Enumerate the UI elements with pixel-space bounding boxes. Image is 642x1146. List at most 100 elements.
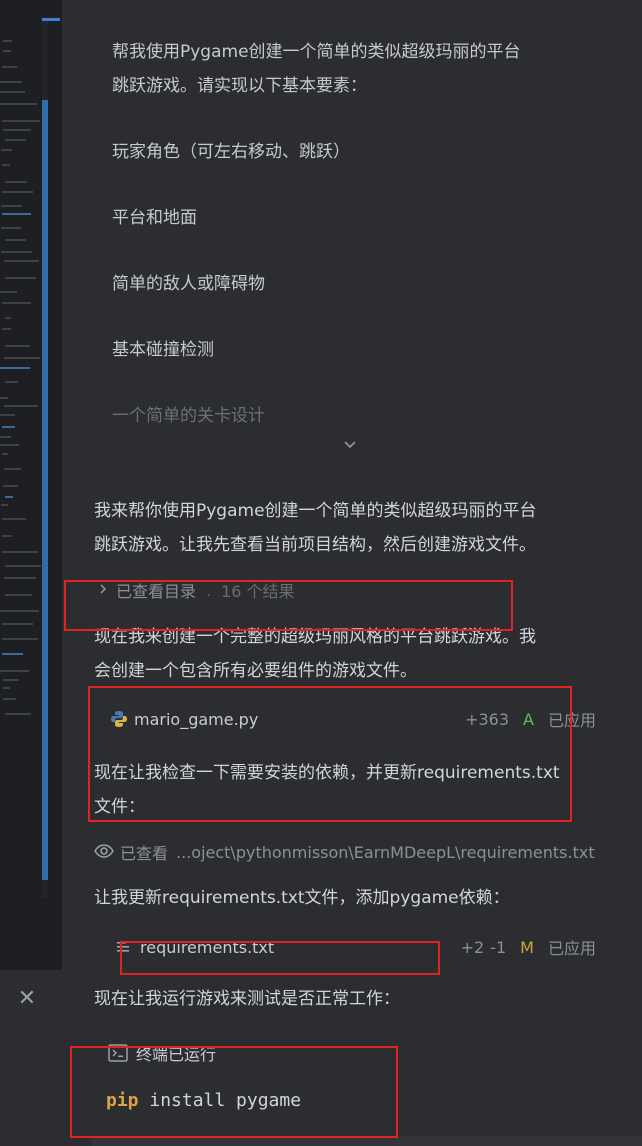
minimap-code-line [1,205,22,207]
minimap-code-line [2,328,11,330]
assistant-text: 现在让我检查一下需要安装的依赖，并更新requirements.txt [94,763,560,783]
minimap-code-line [5,594,32,596]
minimap-code-line [2,653,23,655]
minimap-code-line [3,485,18,487]
command-keyword: pip [106,1090,139,1111]
modified-badge: M [520,937,534,957]
file-change-row[interactable]: requirements.txt +2 -1 M 已应用 [116,932,596,962]
viewed-file-path: ...oject\pythonmisson\EarnMDeepL\require… [176,842,595,862]
user-prompt-item: 玩家角色（可左右移动、跳跃） [112,142,350,162]
diff-removed: -1 [490,937,507,957]
minimap-code-line [0,436,11,438]
chat-input-edge[interactable] [92,1136,642,1146]
terminal-command: pip install pygame [106,1090,301,1111]
minimap-code-line [4,260,39,262]
eye-icon [94,843,120,861]
file-name: requirements.txt [140,937,275,957]
ai-chat-panel: 帮我使用Pygame创建一个简单的类似超级玛丽的平台 跳跃游戏。请实现以下基本要… [62,0,642,1146]
minimap-code-line [2,551,38,553]
minimap-code-line [0,444,19,446]
editor-scrollbar-thumb[interactable] [42,100,48,880]
minimap-code-line [0,103,37,105]
minimap-code-line [3,687,10,689]
minimap-code-line [2,213,31,215]
minimap-code-line [0,367,30,369]
diff-added: +2 [460,937,485,957]
minimap-code-line [2,164,10,166]
minimap-code-line [2,518,26,520]
minimap-code-line [0,81,22,83]
terminal-icon [108,1044,136,1062]
minimap-code-line [2,191,33,193]
file-name: mario_game.py [134,709,259,729]
minimap-code-line [2,623,33,625]
terminal-label: 终端已运行 [136,1045,217,1064]
user-prompt-item: 平台和地面 [112,208,197,228]
minimap-code-line [2,302,31,304]
close-icon[interactable]: ✕ [14,986,40,1012]
added-badge: A [523,709,534,729]
minimap-code-line [1,149,12,151]
user-prompt-line: 帮我使用Pygame创建一个简单的类似超级玛丽的平台 [112,42,521,62]
minimap-code-line [5,317,11,319]
minimap-code-line [2,120,40,122]
minimap-code-line [1,227,21,229]
minimap-code-line [5,181,27,183]
command-args: install pygame [138,1090,302,1111]
user-prompt-line: 跳跃游戏。请实现以下基本要素： [112,76,367,96]
minimap-code-line [2,426,15,428]
user-prompt-item: 简单的敌人或障碍物 [112,274,265,294]
minimap-code-line [5,565,41,567]
minimap-code-line [3,698,16,700]
viewed-directory-row[interactable]: 已查看目录 . 16 个结果 [96,575,616,605]
minimap-code-line [0,291,17,293]
viewed-file-row[interactable]: 已查看 ...oject\pythonmisson\EarnMDeepL\req… [94,837,634,867]
minimap-code-line [2,453,8,455]
editor-scroll-indicator [42,18,60,21]
minimap-code-line [4,577,36,579]
editor-minimap [0,0,63,970]
minimap-code-line [0,91,25,93]
minimap-code-line [0,414,15,416]
assistant-text: 跳跃游戏。让我先查看当前项目结构，然后创建游戏文件。 [94,535,536,555]
diff-count: +363 [465,709,510,729]
chevron-right-icon [96,581,116,600]
minimap-code-line [5,277,36,279]
user-prompt-item: 基本碰撞检测 [112,340,214,360]
separator: . [206,580,212,600]
minimap-code-line [4,405,38,407]
minimap-code-line [3,40,12,42]
applied-status: 已应用 [547,939,596,958]
assistant-text: 会创建一个包含所有必要组件的游戏文件。 [94,661,417,681]
minimap-code-line [1,504,8,506]
assistant-text: 现在我来创建一个完整的超级玛丽风格的平台跳跃游戏。我 [94,627,536,647]
minimap-code-line [0,610,39,612]
viewed-directory-label: 已查看目录 [116,582,197,601]
minimap-code-line [1,251,32,253]
minimap-code-line [5,139,26,141]
python-file-icon [110,710,134,728]
file-change-row[interactable]: mario_game.py +363 A 已应用 [110,704,596,734]
terminal-run-row[interactable]: 终端已运行 [108,1038,628,1068]
minimap-code-line [5,381,18,383]
minimap-code-line [2,535,12,537]
chevron-down-icon[interactable] [338,432,362,456]
minimap-code-line [5,345,30,347]
user-prompt-item: 一个简单的关卡设计 [112,406,265,426]
minimap-code-line [3,50,11,52]
minimap-code-line [3,129,31,131]
minimap-code-line [4,468,21,470]
minimap-code-line [0,670,29,672]
minimap-code-line [5,496,13,498]
minimap-code-line [2,66,17,68]
minimap-code-line [0,397,8,399]
minimap-code-line [2,638,38,640]
applied-status: 已应用 [547,711,596,730]
minimap-code-line [4,357,40,359]
assistant-text: 现在让我运行游戏来测试是否正常工作： [94,989,400,1009]
minimap-code-line [5,713,31,715]
assistant-text: 我来帮你使用Pygame创建一个简单的类似超级玛丽的平台 [94,501,537,521]
result-count: 16 个结果 [221,582,295,601]
text-file-icon [116,939,140,955]
minimap-code-line [5,239,26,241]
